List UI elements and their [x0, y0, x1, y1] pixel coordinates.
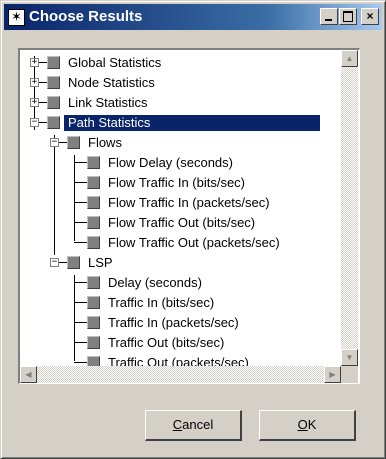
close-icon: ×	[366, 9, 374, 23]
tree-item-flow-traffic-in-bits[interactable]: Flow Traffic In (bits/sec)	[20, 173, 340, 193]
tree-item-label: Traffic In (bits/sec)	[108, 295, 215, 310]
tree-connector	[74, 302, 87, 303]
tree-item-traffic-out-bits[interactable]: Traffic Out (bits/sec)	[20, 333, 340, 353]
minimize-button[interactable]	[320, 8, 338, 25]
tree-connector	[74, 222, 87, 223]
close-button[interactable]: ×	[361, 8, 379, 25]
tree-item-label: Flow Traffic In (bits/sec)	[108, 175, 246, 190]
tree-item-label: Flows	[88, 135, 122, 150]
statistic-icon	[87, 216, 100, 229]
tree-item-link-statistics[interactable]: + Link Statistics	[20, 93, 320, 113]
tree-connector	[74, 162, 87, 163]
tree-item-flow-delay[interactable]: Flow Delay (seconds)	[20, 153, 340, 173]
tree-connector	[39, 122, 47, 123]
tree-item-label: Path Statistics	[64, 115, 320, 131]
tree-item-global-statistics[interactable]: + Global Statistics	[20, 53, 320, 73]
tree-item-label: Flow Traffic Out (bits/sec)	[108, 215, 256, 230]
statistic-icon	[87, 356, 100, 366]
scroll-left-button[interactable]: ◀	[20, 366, 37, 383]
tree-item-label: LSP	[88, 255, 113, 270]
tree-item-node-statistics[interactable]: + Node Statistics	[20, 73, 320, 93]
expand-icon[interactable]: +	[30, 78, 39, 87]
tree-connector	[74, 342, 87, 343]
tree-connector	[74, 362, 87, 363]
collapse-icon[interactable]: −	[50, 258, 59, 267]
choose-results-dialog: ✶ Choose Results × + Global Statistics +	[0, 0, 386, 459]
ok-label: K	[307, 417, 317, 432]
tree-item-label: Flow Traffic Out (packets/sec)	[108, 235, 280, 250]
vertical-scrollbar[interactable]: ▲ ▼	[341, 50, 358, 366]
statistic-icon	[47, 116, 60, 129]
tree-item-label: Global Statistics	[68, 55, 162, 70]
statistic-icon	[67, 256, 80, 269]
tree-connector	[74, 182, 87, 183]
tree-area: + Global Statistics + Node Statistics + …	[20, 50, 341, 366]
collapse-icon[interactable]: −	[30, 118, 39, 127]
results-tree-view[interactable]: + Global Statistics + Node Statistics + …	[18, 48, 360, 384]
statistic-icon	[87, 336, 100, 349]
tree-item-label: Traffic Out (bits/sec)	[108, 335, 225, 350]
minimize-icon	[325, 19, 332, 21]
scroll-up-button[interactable]: ▲	[341, 50, 358, 67]
tree-connector	[74, 282, 87, 283]
ok-accelerator: O	[297, 417, 308, 432]
scroll-down-button[interactable]: ▼	[341, 349, 358, 366]
statistic-icon	[47, 56, 60, 69]
maximize-button[interactable]	[339, 8, 357, 25]
statistic-icon	[87, 196, 100, 209]
tree-item-path-statistics[interactable]: − Path Statistics	[20, 113, 320, 133]
tree-item-label: Delay (seconds)	[108, 275, 202, 290]
expand-icon[interactable]: +	[30, 58, 39, 67]
tree-item-label: Flow Traffic In (packets/sec)	[108, 195, 270, 210]
cancel-button[interactable]: Cancel	[145, 410, 242, 441]
cancel-accelerator: C	[172, 417, 183, 432]
statistic-icon	[47, 96, 60, 109]
statistic-icon	[87, 276, 100, 289]
statistic-icon	[87, 316, 100, 329]
statistic-icon	[67, 136, 80, 149]
scroll-right-button[interactable]: ▶	[324, 366, 341, 383]
tree-item-label: Traffic In (packets/sec)	[108, 315, 239, 330]
expand-icon[interactable]: +	[30, 98, 39, 107]
statistic-icon	[87, 156, 100, 169]
tree-item-traffic-in-packets[interactable]: Traffic In (packets/sec)	[20, 313, 340, 333]
statistic-icon	[87, 176, 100, 189]
tree-item-flow-traffic-out-bits[interactable]: Flow Traffic Out (bits/sec)	[20, 213, 340, 233]
ok-button[interactable]: OK	[259, 410, 356, 441]
tree-connector	[74, 202, 87, 203]
tree-item-flows[interactable]: − Flows	[20, 133, 320, 153]
tree-connector	[39, 102, 47, 103]
tree-item-traffic-out-packets[interactable]: Traffic Out (packets/sec)	[20, 353, 340, 366]
tree-connector	[39, 62, 47, 63]
tree-connector	[39, 82, 47, 83]
tree-item-label: Flow Delay (seconds)	[108, 155, 233, 170]
tree-item-flow-traffic-out-packets[interactable]: Flow Traffic Out (packets/sec)	[20, 233, 340, 253]
window-title: Choose Results	[29, 8, 143, 25]
scrollbar-corner	[341, 366, 358, 383]
tree-connector	[74, 322, 87, 323]
tree-item-delay[interactable]: Delay (seconds)	[20, 273, 340, 293]
statistic-icon	[87, 236, 100, 249]
statistic-icon	[87, 296, 100, 309]
tree-item-flow-traffic-in-packets[interactable]: Flow Traffic In (packets/sec)	[20, 193, 340, 213]
tree-item-label: Link Statistics	[68, 95, 148, 110]
horizontal-scrollbar[interactable]: ◀ ▶	[20, 366, 341, 383]
statistic-icon	[47, 76, 60, 89]
tree-item-lsp[interactable]: − LSP	[20, 253, 320, 273]
tree-connector	[74, 242, 87, 243]
maximize-icon	[343, 11, 353, 22]
asterisk-icon: ✶	[8, 9, 25, 26]
cancel-label: ancel	[182, 417, 214, 432]
tree-item-label: Node Statistics	[68, 75, 155, 90]
collapse-icon[interactable]: −	[50, 138, 59, 147]
title-bar[interactable]: ✶ Choose Results ×	[4, 4, 382, 30]
tree-item-label: Traffic Out (packets/sec)	[108, 355, 249, 366]
tree-item-traffic-in-bits[interactable]: Traffic In (bits/sec)	[20, 293, 340, 313]
